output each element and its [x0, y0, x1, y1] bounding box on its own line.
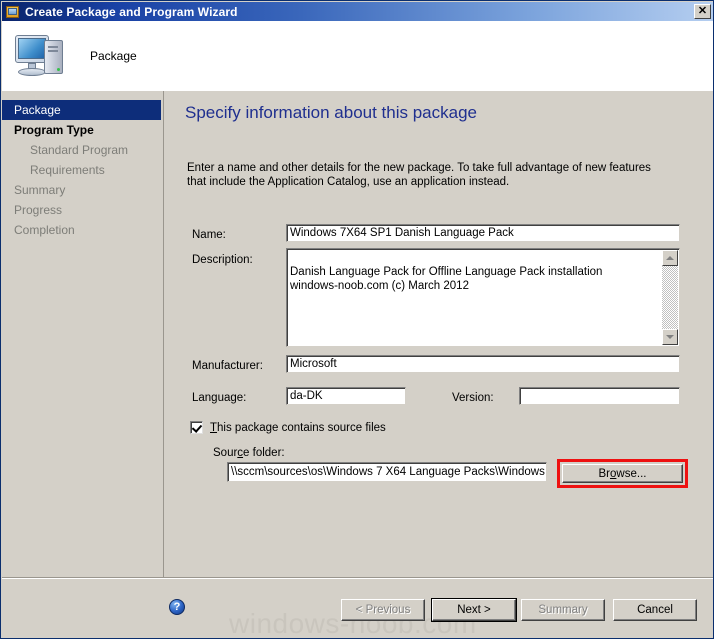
scrollbar-track[interactable] [662, 266, 678, 329]
source-files-label-rest: his package contains source files [217, 421, 386, 434]
source-files-checkbox[interactable] [190, 421, 203, 434]
source-files-accel: T [210, 421, 218, 434]
page-title: Specify information about this package [185, 103, 478, 122]
create-package-wizard-window: Create Package and Program Wizard ✕ Pack… [0, 0, 714, 639]
package-wizard-icon [5, 4, 21, 20]
name-label: Name: [192, 229, 226, 241]
sidebar-item-completion[interactable]: Completion [2, 220, 163, 240]
next-button-label: Next > [432, 599, 516, 621]
browse-label-pre: Br [598, 467, 611, 480]
close-icon[interactable]: ✕ [694, 4, 711, 19]
source-files-checkbox-row[interactable]: This package contains source files [190, 421, 386, 434]
sidebar-item-standard-program[interactable]: Standard Program [2, 140, 163, 160]
browse-button[interactable]: Br o wse... [562, 464, 683, 483]
summary-button[interactable]: Summary [521, 599, 605, 621]
version-input[interactable] [519, 387, 680, 405]
manufacturer-label: Manufacturer: [192, 360, 263, 372]
sidebar-item-progress[interactable]: Progress [2, 200, 163, 220]
previous-button[interactable]: < Previous [341, 599, 425, 621]
title-bar: Create Package and Program Wizard ✕ [2, 2, 713, 21]
source-folder-label: Source folder: [213, 447, 285, 459]
help-icon[interactable]: ? [169, 599, 185, 615]
window-title: Create Package and Program Wizard [25, 4, 238, 19]
sidebar-item-package[interactable]: Package [2, 100, 161, 120]
cancel-button[interactable]: Cancel [613, 599, 697, 621]
scroll-down-icon[interactable] [662, 329, 678, 345]
name-input[interactable]: Windows 7X64 SP1 Danish Language Pack [286, 224, 680, 242]
source-folder-input[interactable]: \\sccm\sources\os\Windows 7 X64 Language… [227, 462, 547, 482]
browse-label-post: wse... [616, 467, 647, 480]
source-folder-label-post: e folder: [243, 447, 285, 459]
language-label: Language: [192, 392, 247, 404]
version-label: Version: [452, 392, 494, 404]
footer-divider [2, 578, 713, 579]
manufacturer-input[interactable]: Microsoft [286, 355, 680, 373]
wizard-header: Package [2, 21, 713, 91]
wizard-step-list: Package Program Type Standard Program Re… [2, 91, 164, 577]
header-title: Package [90, 49, 137, 63]
sidebar-item-requirements[interactable]: Requirements [2, 160, 163, 180]
computer-icon [14, 30, 68, 82]
description-scrollbar[interactable] [662, 250, 678, 345]
page-description: Enter a name and other details for the n… [187, 162, 651, 188]
description-input[interactable]: Danish Language Pack for Offline Languag… [286, 248, 680, 347]
description-text: Danish Language Pack for Offline Languag… [290, 266, 603, 292]
scroll-up-icon[interactable] [662, 250, 678, 266]
next-button[interactable]: Next > [431, 598, 517, 622]
source-folder-label-pre: Sour [213, 447, 238, 459]
language-input[interactable]: da-DK [286, 387, 406, 405]
description-label: Description: [192, 254, 253, 266]
sidebar-item-summary[interactable]: Summary [2, 180, 163, 200]
sidebar-item-program-type[interactable]: Program Type [2, 120, 163, 140]
source-files-checkbox-label: This package contains source files [210, 422, 386, 434]
